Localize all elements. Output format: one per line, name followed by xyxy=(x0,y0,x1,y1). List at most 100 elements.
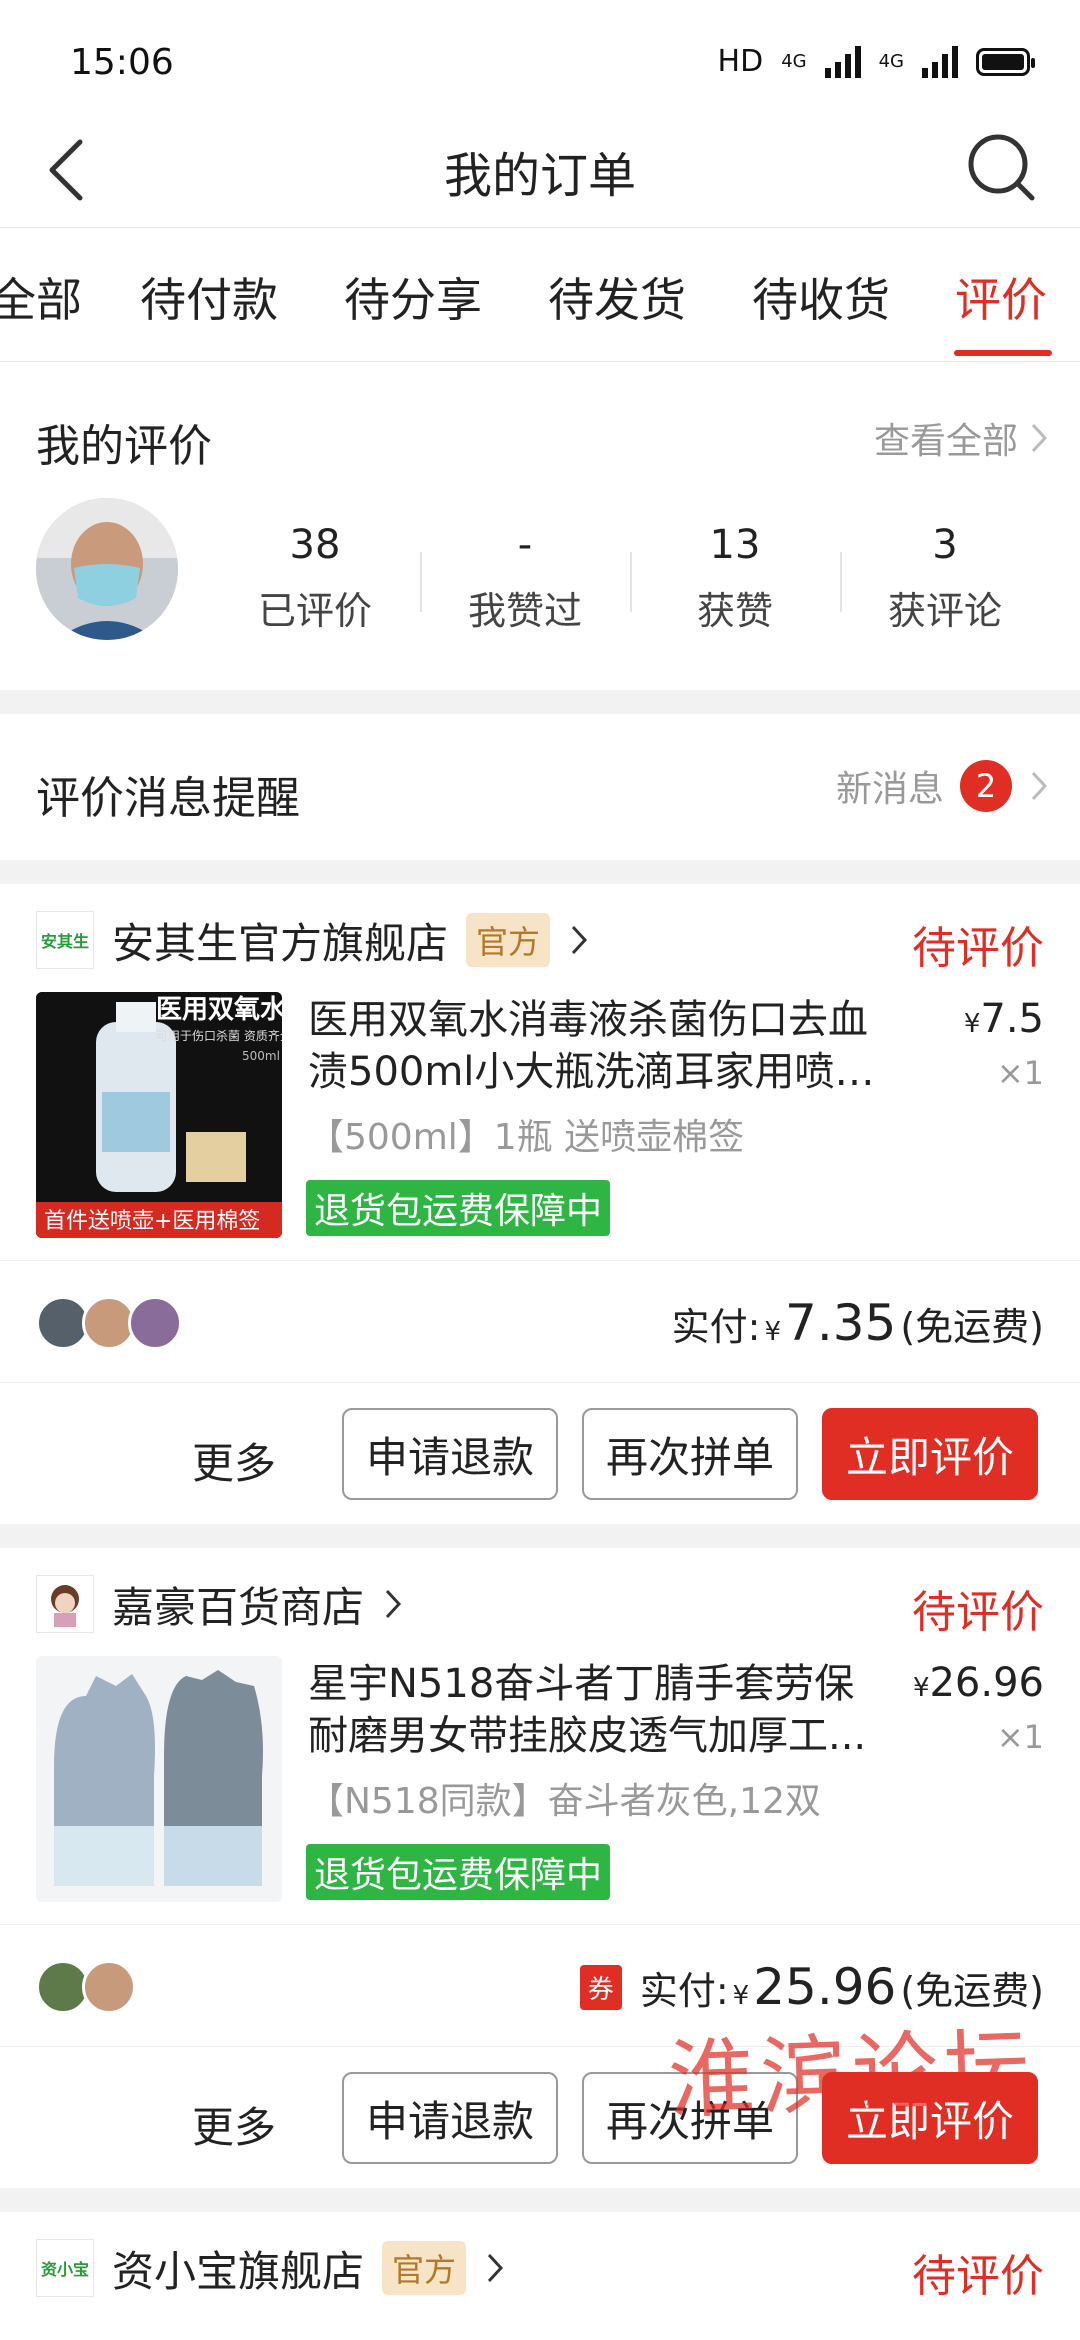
paid-value: 7.35 xyxy=(785,1294,897,1352)
shop-logo: 安其生 xyxy=(36,911,94,969)
review-now-button[interactable]: 立即评价 xyxy=(822,1408,1038,1500)
active-tab-indicator xyxy=(954,350,1052,356)
stat-label: 获评论 xyxy=(887,589,1002,633)
page-title: 我的订单 xyxy=(443,148,636,204)
group-members xyxy=(36,1960,136,2014)
watermark: 淮滨论坛 xyxy=(666,2018,1038,2132)
product-image[interactable] xyxy=(36,1656,282,1902)
product-price: ¥26.96 xyxy=(913,1660,1044,1706)
message-count-badge: 2 xyxy=(960,760,1012,812)
stat-comments-received[interactable]: 3 获评论 xyxy=(840,522,1050,635)
stat-label: 我赞过 xyxy=(467,589,582,633)
product-quantity: ×1 xyxy=(996,1718,1044,1756)
nav-header: 我的订单 xyxy=(0,110,1080,228)
divider xyxy=(0,1260,1080,1261)
price-value: 26.96 xyxy=(929,1660,1044,1706)
shipping-note: (免运费) xyxy=(900,1305,1044,1349)
shop-header[interactable]: 嘉豪百货商店 xyxy=(36,1572,404,1636)
more-button[interactable]: 更多 xyxy=(192,2094,276,2155)
shop-avatar-icon xyxy=(51,1585,79,1627)
paid-amount: 实付: ¥ 7.35 (免运费) xyxy=(672,1294,1044,1352)
stat-likes-received[interactable]: 13 获赞 xyxy=(630,522,840,635)
image-caption-top: 医用双氧水 xyxy=(156,995,282,1025)
return-guarantee-badge: 退货包运费保障中 xyxy=(306,1180,611,1236)
my-reviews-card: 我的评价 查看全部 38 已评价 - 我赞过 13 获赞 3 获评论 xyxy=(0,362,1080,690)
shop-header[interactable]: 安其生 安其生官方旗舰店 官方 xyxy=(36,908,590,972)
shop-header[interactable]: 资小宝 资小宝旗舰店 官方 xyxy=(36,2236,506,2300)
request-refund-button[interactable]: 申请退款 xyxy=(342,1408,558,1500)
stat-value: 3 xyxy=(932,522,958,568)
stat-label: 获赞 xyxy=(696,589,773,633)
product-title-line2: 渍500ml小大瓶洗滴耳家用喷雾... xyxy=(308,1049,908,1095)
stat-value: 38 xyxy=(289,522,341,568)
product-quantity: ×1 xyxy=(996,1054,1044,1092)
product-title[interactable]: 医用双氧水消毒液杀菌伤口去血 渍500ml小大瓶洗滴耳家用喷雾... xyxy=(308,994,908,1098)
view-all-label: 查看全部 xyxy=(873,421,1018,462)
image-caption-bottom: 首件送喷壶+医用棉签 xyxy=(44,1209,260,1234)
reorder-button[interactable]: 再次拼单 xyxy=(582,1408,798,1500)
group-members xyxy=(36,1296,182,1350)
signal-icon xyxy=(824,45,861,78)
stat-liked[interactable]: - 我赞过 xyxy=(420,522,630,635)
signal-icon-2 xyxy=(922,45,958,78)
product-spec: 【500ml】1瓶 送喷壶棉签 xyxy=(308,1117,745,1158)
chevron-right-icon xyxy=(1031,771,1048,801)
chevron-right-icon xyxy=(1031,423,1048,453)
paid-label: 实付: xyxy=(671,1305,761,1349)
status-icons: HD 4G 4G xyxy=(717,44,1035,79)
tab-pending-share[interactable]: 待分享 xyxy=(344,264,482,330)
stat-reviewed[interactable]: 38 已评价 xyxy=(210,522,420,635)
chevron-right-icon xyxy=(571,925,588,955)
network-label-1: 4G xyxy=(781,51,807,72)
hd-label: HD xyxy=(717,44,764,79)
product-price: ¥7.5 xyxy=(964,996,1044,1042)
shop-name: 嘉豪百货商店 xyxy=(112,1582,365,1632)
new-message-indicator: 新消息 2 xyxy=(836,760,1050,812)
new-message-label: 新消息 xyxy=(835,769,944,810)
return-guarantee-badge: 退货包运费保障中 xyxy=(306,1844,611,1900)
shop-name: 安其生官方旗舰店 xyxy=(112,918,449,968)
shop-logo: 资小宝 xyxy=(36,2239,94,2297)
tab-review[interactable]: 评价 xyxy=(955,264,1047,330)
notifications-title: 评价消息提醒 xyxy=(36,773,300,824)
shop-logo xyxy=(36,1575,94,1633)
member-avatar xyxy=(82,1960,136,2014)
tab-pending-payment[interactable]: 待付款 xyxy=(140,264,278,330)
tab-pending-receipt[interactable]: 待收货 xyxy=(752,264,890,330)
price-value: 7.5 xyxy=(980,996,1044,1042)
order-card: 资小宝 资小宝旗舰店 官方 待评价 xyxy=(0,2212,1080,2340)
network-label-2: 4G xyxy=(878,51,904,72)
view-all-link[interactable]: 查看全部 xyxy=(874,412,1050,464)
divider xyxy=(0,1382,1080,1383)
search-icon[interactable] xyxy=(962,128,1042,208)
stat-value: - xyxy=(517,522,533,568)
price-currency: ¥ xyxy=(963,1009,981,1039)
user-avatar[interactable] xyxy=(36,498,178,640)
coupon-badge: 券 xyxy=(579,1964,622,2010)
price-currency: ¥ xyxy=(912,1673,930,1703)
order-status: 待评价 xyxy=(912,2251,1044,2302)
shop-name: 资小宝旗舰店 xyxy=(112,2246,365,2296)
more-button[interactable]: 更多 xyxy=(192,1430,276,1491)
order-status: 待评价 xyxy=(912,1587,1044,1638)
review-notifications-row[interactable]: 评价消息提醒 新消息 2 xyxy=(0,714,1080,860)
tab-pending-shipment[interactable]: 待发货 xyxy=(548,264,686,330)
image-caption-volume: 500ml xyxy=(242,1049,280,1063)
product-title-line1: 医用双氧水消毒液杀菌伤口去血 xyxy=(308,997,868,1043)
product-title-line2: 耐磨男女带挂胶皮透气加厚工... xyxy=(308,1713,867,1759)
battery-icon xyxy=(976,47,1035,76)
request-refund-button[interactable]: 申请退款 xyxy=(342,2072,558,2164)
order-actions: 更多 申请退款 再次拼单 立即评价 xyxy=(0,1408,1080,1500)
chevron-right-icon xyxy=(487,2253,504,2283)
product-spec: 【N518同款】奋斗者灰色,12双 xyxy=(308,1781,821,1822)
official-badge: 官方 xyxy=(382,2241,467,2295)
review-stats: 38 已评价 - 我赞过 13 获赞 3 获评论 xyxy=(210,522,1050,635)
stat-value: 13 xyxy=(709,522,761,568)
product-title[interactable]: 星宇N518奋斗者丁腈手套劳保 耐磨男女带挂胶皮透气加厚工... xyxy=(308,1658,908,1762)
image-caption-sub: 可用于伤口杀菌 资质齐全 xyxy=(156,1028,282,1043)
tab-all[interactable]: 全部 xyxy=(0,264,82,330)
product-image[interactable]: 医用双氧水 可用于伤口杀菌 资质齐全 500ml 首件送喷壶+医用棉签 xyxy=(36,992,282,1238)
order-tabs: 全部 待付款 待分享 待发货 待收货 评价 xyxy=(0,228,1080,362)
chevron-right-icon xyxy=(385,1589,402,1619)
paid-label: 实付: xyxy=(639,1969,729,2013)
